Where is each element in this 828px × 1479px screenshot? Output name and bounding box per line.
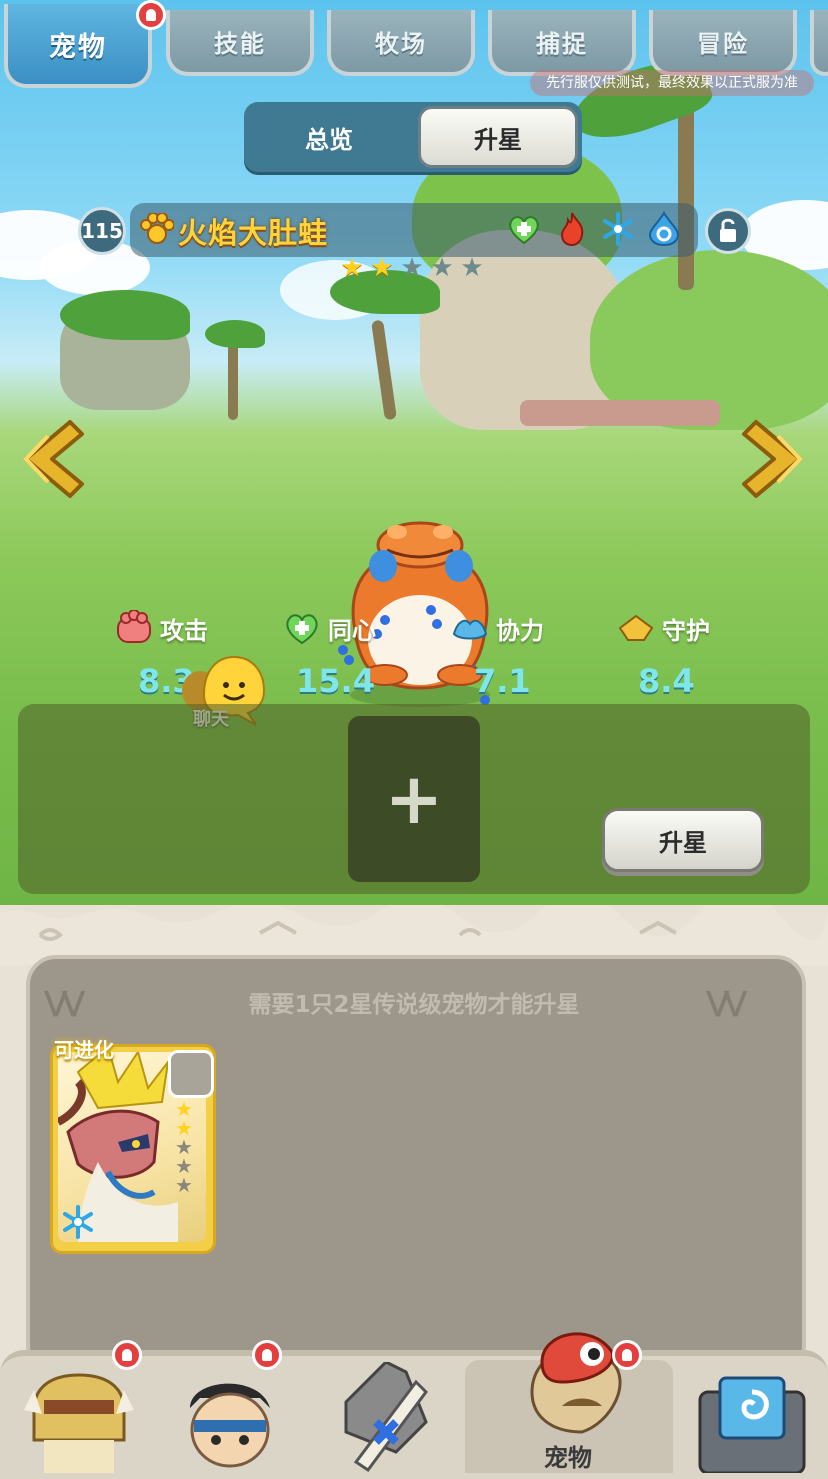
nav-pet-label[interactable]: 宠物 [544,1438,592,1473]
nav-skill-sword-icon[interactable] [326,1362,438,1473]
stat-harmony-value: 15.4 [296,662,375,700]
lock-toggle[interactable] [705,208,751,254]
heart-plus-icon [286,614,318,645]
next-pet-arrow-icon[interactable] [738,416,814,502]
guard-icon [618,614,654,641]
bell-icon [612,1340,642,1370]
bell-icon [136,0,166,30]
nav-portal-icon[interactable] [694,1372,810,1473]
heart-icon [509,216,539,245]
star-icon: ★ [340,253,364,283]
pet-star-rating: ★ ★ ★ ★ ★ [338,254,486,282]
stat-label: 守护 [662,616,710,645]
unlock-icon [720,218,736,242]
tab-adventure[interactable]: 冒险 [649,10,797,76]
attack-paw-icon [117,610,151,643]
star-up-button[interactable]: 升星 [602,808,764,872]
palm-leaf [60,290,190,340]
toggle-star-up[interactable]: 升星 [418,106,578,168]
stat-guard-value: 8.4 [638,662,695,700]
test-server-notice: 先行服仅供测试，最终效果以正式服为准 [530,70,814,96]
tab-pet[interactable]: 宠物 [4,4,152,88]
bell-icon [112,1340,142,1370]
toggle-overview[interactable]: 总览 [244,102,414,172]
stat-label: 攻击 [160,616,208,645]
tab-more[interactable] [810,10,828,76]
nav-tribe-chief-icon[interactable] [24,1370,134,1473]
tab-label: 技能 [214,29,266,58]
teamwork-icon [452,619,488,640]
stat-harmony: 同心 [282,610,376,646]
tab-capture[interactable]: 捕捉 [488,10,636,76]
bell-icon [252,1340,282,1370]
stat-label: 同心 [328,616,376,645]
stat-label: 协力 [496,616,544,645]
tab-label: 捕捉 [536,29,588,58]
star-icon: ★ [175,1173,193,1197]
star-icon: ★ [400,253,424,283]
star-icon: ★ [370,253,394,283]
paw-icon [140,213,174,244]
evolvable-tag: 可进化 [54,1038,114,1062]
water-icon [648,211,680,247]
add-plus-icon: + [384,758,444,840]
nav-hero-icon[interactable] [180,1368,280,1473]
stat-attack: 攻击 [114,610,208,646]
stat-cooperation: 协力 [450,610,544,646]
palm-trunk [371,319,397,421]
palm-leaf [205,320,265,348]
ice-icon [63,1205,93,1239]
pet-name: 火焰大肚蛙 [178,216,329,250]
tab-skill[interactable]: 技能 [166,10,314,76]
tab-ranch[interactable]: 牧场 [327,10,475,76]
tab-label: 冒险 [697,29,749,58]
ice-icon [603,212,633,246]
card-star-rating: ★ ★ ★ ★ ★ [175,1099,193,1197]
pet-level-badge: 115 [78,207,126,255]
tab-label: 牧场 [375,29,427,58]
pink-slab [520,400,720,426]
requirement-text: 需要1只2星传说级宠物才能升星 [248,992,580,1018]
add-material-slot[interactable]: + [348,716,480,882]
fire-icon [560,212,584,247]
select-checkbox[interactable] [168,1050,214,1098]
stat-cooperation-value: 7.1 [474,662,531,700]
tab-label: 宠物 [49,31,107,63]
stat-guard: 守护 [616,610,710,646]
star-icon: ★ [430,253,454,283]
view-toggle: 总览 升星 [244,102,582,172]
star-icon: ★ [460,253,484,283]
prev-pet-arrow-icon[interactable] [12,416,88,502]
